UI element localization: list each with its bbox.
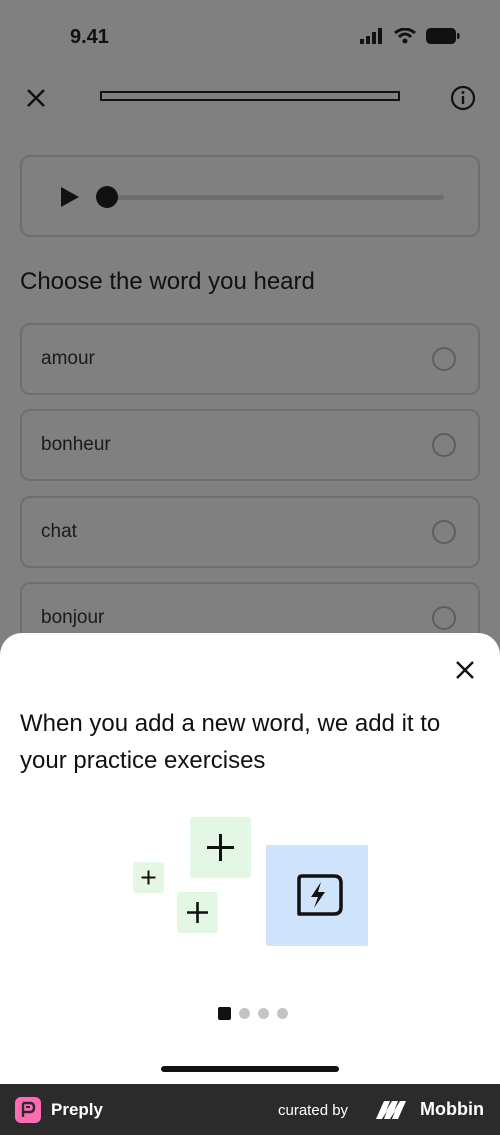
pagination-dot-active[interactable] [218, 1007, 231, 1020]
answer-option[interactable]: bonheur [20, 409, 480, 481]
radio-button[interactable] [432, 520, 456, 544]
audio-player [20, 155, 480, 237]
curated-by-label: curated by [278, 1102, 349, 1119]
lesson-top-bar [0, 72, 500, 122]
plus-tile-medium [177, 892, 218, 933]
status-bar: 9.41 [0, 0, 500, 70]
pagination-dot[interactable] [258, 1008, 269, 1019]
radio-button[interactable] [432, 606, 456, 630]
answer-option-label: amour [41, 348, 95, 369]
add-word-illustration [0, 803, 500, 953]
plus-icon [187, 902, 208, 923]
pagination-dot[interactable] [277, 1008, 288, 1019]
mobbin-logo-icon [376, 1101, 406, 1119]
answer-option-label: bonheur [41, 434, 111, 455]
close-icon[interactable] [24, 86, 48, 110]
info-bottom-sheet: When you add a new word, we add it to yo… [0, 633, 500, 1084]
lesson-screen: 9.41 Choose the word you heard amour bon… [0, 0, 500, 1084]
answer-option[interactable]: chat [20, 496, 480, 568]
radio-button[interactable] [432, 433, 456, 457]
flash-card-icon [297, 874, 343, 916]
signal-icon [360, 28, 382, 44]
question-title: Choose the word you heard [20, 268, 315, 295]
plus-icon [141, 870, 156, 885]
battery-icon [426, 28, 460, 44]
preply-logo-icon [21, 1101, 36, 1117]
mobbin-footer: Preply curated by Mobbin [0, 1084, 500, 1135]
pagination-dots [218, 1007, 288, 1020]
audio-track[interactable] [112, 195, 444, 200]
answer-option-label: chat [41, 521, 77, 542]
close-icon[interactable] [454, 659, 476, 681]
preply-brand-name: Preply [51, 1100, 103, 1119]
plus-tile-small [133, 862, 164, 893]
audio-scrubber-handle[interactable] [96, 186, 118, 208]
answer-option-label: bonjour [41, 607, 105, 628]
flash-card-tile [266, 845, 368, 946]
plus-icon [207, 834, 234, 861]
lesson-progress-bar [100, 91, 400, 101]
radio-button[interactable] [432, 347, 456, 371]
preply-logo [15, 1097, 41, 1123]
sheet-title: When you add a new word, we add it to yo… [20, 710, 441, 774]
pagination-dot[interactable] [239, 1008, 250, 1019]
status-icons [360, 28, 460, 44]
status-time: 9.41 [70, 26, 109, 48]
mobbin-brand-name: Mobbin [420, 1099, 484, 1119]
wifi-icon [394, 28, 416, 44]
plus-tile-large [190, 817, 251, 878]
info-icon[interactable] [450, 85, 476, 111]
play-icon[interactable] [58, 185, 82, 209]
home-indicator [161, 1066, 339, 1072]
answer-option[interactable]: amour [20, 323, 480, 395]
